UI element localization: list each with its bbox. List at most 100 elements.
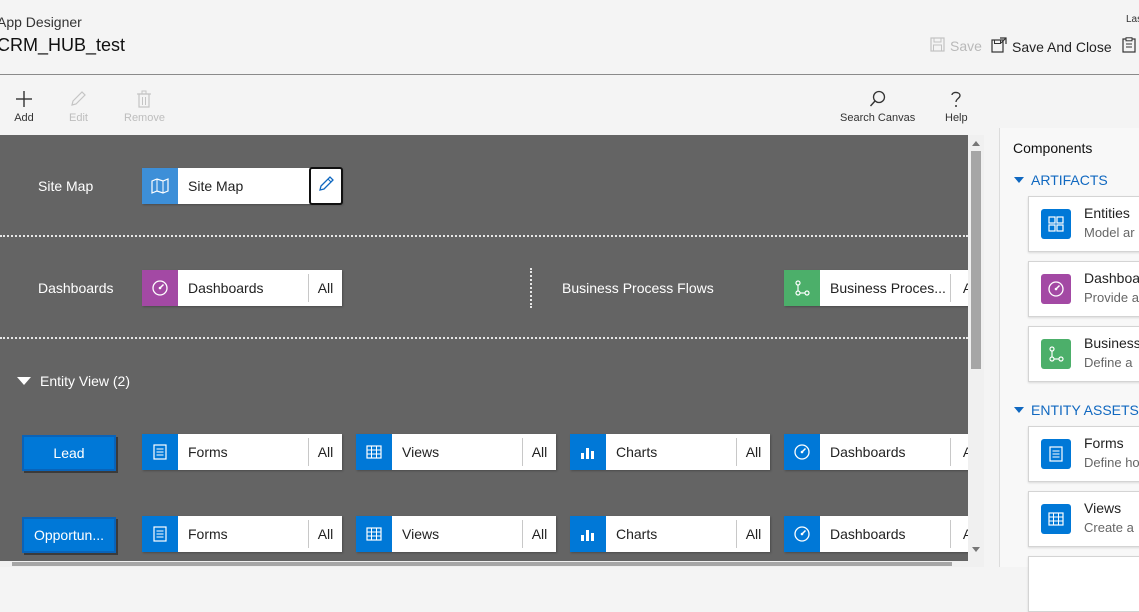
card-description: Create a bbox=[1084, 520, 1134, 535]
clipboard-icon bbox=[1122, 37, 1139, 56]
entity-dashboards-all-button[interactable]: A bbox=[950, 438, 968, 466]
form-icon bbox=[142, 516, 178, 552]
card-name: Forms bbox=[1084, 435, 1124, 451]
bpf-row-label: Business Process Flows bbox=[562, 280, 714, 296]
canvas-horizontal-scrollbar[interactable] bbox=[0, 561, 968, 567]
search-icon bbox=[869, 88, 887, 110]
search-canvas-label: Search Canvas bbox=[840, 112, 916, 124]
charts-tile[interactable]: Charts All bbox=[570, 516, 770, 552]
entity-lead-button[interactable]: Lead bbox=[22, 435, 116, 471]
card-name: Dashboa bbox=[1084, 270, 1139, 286]
components-panel: Components ARTIFACTS Entities Model ar D… bbox=[999, 128, 1139, 612]
components-title: Components bbox=[1013, 140, 1093, 156]
collapse-arrow-icon bbox=[1014, 177, 1024, 183]
dashboard-icon bbox=[784, 516, 820, 552]
dashboards-all-button[interactable]: All bbox=[308, 274, 342, 302]
app-header: App Designer CRM_HUB_test Las Save Save … bbox=[0, 0, 1139, 75]
scroll-down-arrow-icon[interactable] bbox=[972, 547, 980, 552]
charts-tile[interactable]: Charts All bbox=[570, 434, 770, 470]
collapse-arrow-icon[interactable] bbox=[17, 377, 31, 385]
scroll-up-arrow-icon[interactable] bbox=[972, 141, 980, 146]
views-tile[interactable]: Views All bbox=[356, 434, 556, 470]
add-label: Add bbox=[14, 112, 34, 124]
views-tile-label: Views bbox=[402, 526, 440, 542]
dashboards-tile-label: Dashboards bbox=[188, 280, 264, 296]
dashboards-tile[interactable]: Dashboards All bbox=[142, 270, 342, 306]
sitemap-row-label: Site Map bbox=[38, 178, 94, 194]
entity-assets-section-header[interactable]: ENTITY ASSETS bbox=[1014, 402, 1139, 418]
view-grid-icon bbox=[356, 434, 392, 470]
pencil-icon bbox=[69, 88, 87, 110]
save-label: Save bbox=[950, 38, 982, 54]
entity-dashboards-tile[interactable]: Dashboards A bbox=[784, 434, 968, 470]
help-icon bbox=[949, 88, 963, 110]
component-card-dashboards[interactable]: Dashboa Provide a bbox=[1028, 261, 1139, 317]
vertical-divider bbox=[530, 268, 532, 308]
entity-dashboards-tile-label: Dashboards bbox=[830, 526, 906, 542]
views-tile[interactable]: Views All bbox=[356, 516, 556, 552]
help-button[interactable]: Help bbox=[945, 88, 968, 124]
forms-all-button[interactable]: All bbox=[308, 520, 342, 548]
scrollbar-thumb[interactable] bbox=[971, 151, 981, 369]
card-name: Views bbox=[1084, 500, 1122, 516]
clipboard-button[interactable] bbox=[1122, 37, 1139, 56]
save-button[interactable]: Save bbox=[930, 37, 982, 55]
component-card-views[interactable]: Views Create a bbox=[1028, 491, 1139, 547]
view-grid-icon bbox=[1041, 504, 1071, 534]
form-icon bbox=[1041, 439, 1071, 469]
dashboard-icon bbox=[784, 434, 820, 470]
artifacts-section-header[interactable]: ARTIFACTS bbox=[1014, 172, 1108, 188]
save-and-close-button[interactable]: Save And Close bbox=[991, 37, 1112, 56]
views-all-button[interactable]: All bbox=[522, 520, 556, 548]
save-and-close-label: Save And Close bbox=[1012, 38, 1112, 55]
forms-tile[interactable]: Forms All bbox=[142, 516, 342, 552]
process-flow-icon bbox=[1041, 339, 1071, 369]
dashboard-icon bbox=[1041, 274, 1071, 304]
component-card-business-process[interactable]: Business Define a bbox=[1028, 326, 1139, 382]
card-description: Define a bbox=[1084, 355, 1133, 370]
charts-all-button[interactable]: All bbox=[736, 438, 770, 466]
views-all-button[interactable]: All bbox=[522, 438, 556, 466]
card-description: Define ho bbox=[1084, 455, 1139, 470]
process-flow-icon bbox=[784, 270, 820, 306]
component-card-forms[interactable]: Forms Define ho bbox=[1028, 426, 1139, 482]
sitemap-tile[interactable]: Site Map bbox=[142, 167, 343, 205]
view-grid-icon bbox=[356, 516, 392, 552]
pencil-icon bbox=[317, 175, 335, 198]
section-divider bbox=[0, 235, 968, 237]
last-saved-label: Las bbox=[1126, 14, 1139, 25]
command-toolbar: Add Edit Remove Search Canvas Help bbox=[0, 76, 1139, 135]
artifacts-title: ARTIFACTS bbox=[1031, 172, 1108, 188]
plus-icon bbox=[14, 88, 34, 110]
remove-label: Remove bbox=[124, 112, 165, 124]
save-and-close-icon bbox=[991, 37, 1012, 56]
search-canvas-button[interactable]: Search Canvas bbox=[840, 88, 915, 124]
bar-chart-icon bbox=[570, 516, 606, 552]
component-card-partial[interactable] bbox=[1028, 556, 1139, 612]
save-icon bbox=[930, 37, 950, 55]
dashboards-row-label: Dashboards bbox=[38, 280, 114, 296]
entity-view-label[interactable]: Entity View (2) bbox=[40, 373, 130, 389]
entity-assets-title: ENTITY ASSETS bbox=[1031, 402, 1139, 418]
card-description: Provide a bbox=[1084, 290, 1139, 305]
help-label: Help bbox=[945, 112, 968, 124]
scrollbar-thumb[interactable] bbox=[12, 562, 952, 566]
entity-opportunity-button[interactable]: Opportun... bbox=[22, 517, 116, 553]
canvas-vertical-scrollbar[interactable] bbox=[968, 135, 984, 567]
card-description: Model ar bbox=[1084, 225, 1135, 240]
sitemap-edit-button[interactable] bbox=[309, 167, 343, 205]
bpf-all-button[interactable]: A bbox=[950, 274, 968, 302]
edit-button[interactable]: Edit bbox=[69, 88, 88, 124]
add-button[interactable]: Add bbox=[14, 88, 34, 124]
component-card-entities[interactable]: Entities Model ar bbox=[1028, 196, 1139, 252]
entity-dashboards-tile-label: Dashboards bbox=[830, 444, 906, 460]
forms-tile-label: Forms bbox=[188, 526, 228, 542]
forms-tile[interactable]: Forms All bbox=[142, 434, 342, 470]
charts-all-button[interactable]: All bbox=[736, 520, 770, 548]
entity-dashboards-tile[interactable]: Dashboards A bbox=[784, 516, 968, 552]
app-name-title: CRM_HUB_test bbox=[0, 35, 126, 55]
entity-dashboards-all-button[interactable]: A bbox=[950, 520, 968, 548]
bpf-tile[interactable]: Business Proces... A bbox=[784, 270, 968, 306]
forms-all-button[interactable]: All bbox=[308, 438, 342, 466]
remove-button[interactable]: Remove bbox=[124, 88, 165, 124]
